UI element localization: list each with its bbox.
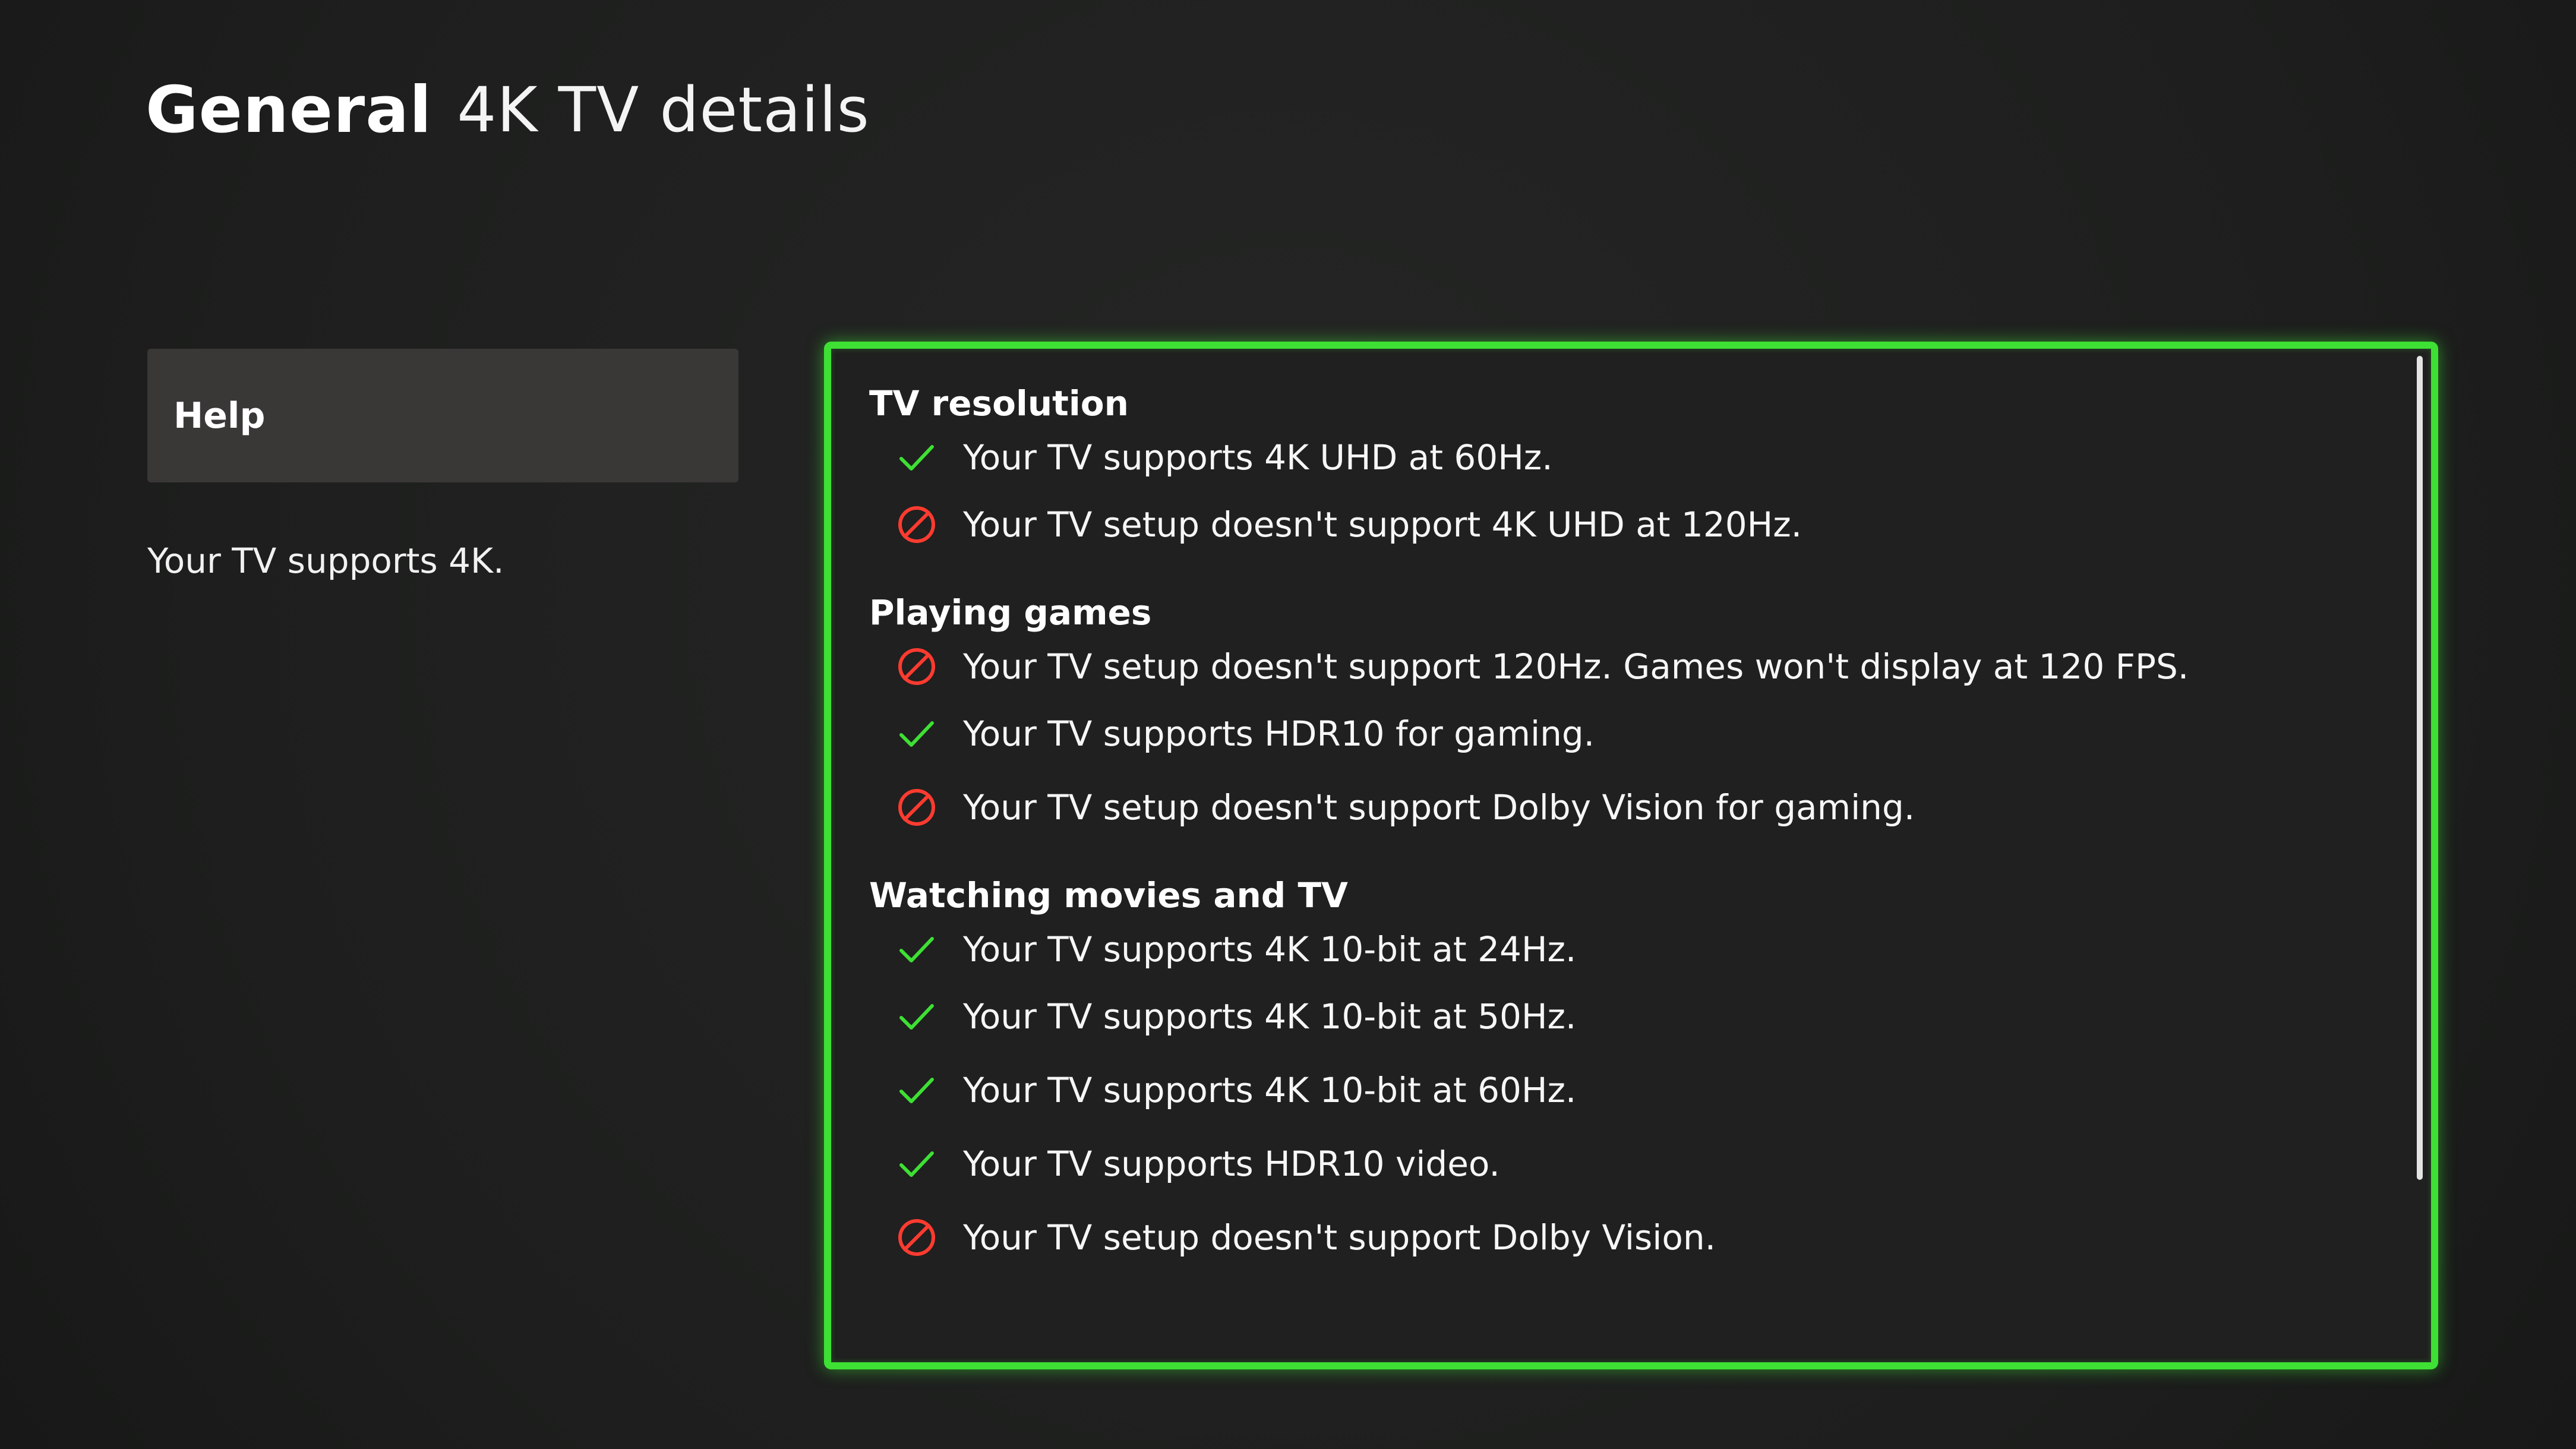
section-heading: Watching movies and TV <box>869 875 1348 916</box>
list-item-text: Your TV supports 4K 10-bit at 24Hz. <box>963 929 1577 970</box>
settings-section-title: General <box>146 72 433 147</box>
list-item-text: Your TV supports 4K 10-bit at 60Hz. <box>963 1070 1577 1110</box>
page-header: General 4K TV details <box>146 65 870 154</box>
list-item-text: Your TV setup doesn't support Dolby Visi… <box>963 1217 1716 1258</box>
list-item: Your TV supports 4K 10-bit at 24Hz. <box>869 919 2354 980</box>
list-item: Your TV supports 4K UHD at 60Hz. <box>869 427 2354 488</box>
section-list: Your TV setup doesn't support 120Hz. Gam… <box>869 636 2354 844</box>
check-icon <box>895 1142 938 1185</box>
list-item-text: Your TV supports HDR10 for gaming. <box>963 714 1595 754</box>
list-item-text: Your TV setup doesn't support 120Hz. Gam… <box>963 646 2189 687</box>
section-watching-movies-tv: Watching movies and TV Your TV supports … <box>869 872 2354 1274</box>
section-heading: TV resolution <box>869 383 1129 424</box>
tv-details-panel[interactable]: TV resolution Your TV supports 4K UHD at… <box>824 342 2438 1369</box>
check-icon <box>895 928 938 971</box>
page-title: 4K TV details <box>457 74 870 146</box>
list-item: Your TV setup doesn't support Dolby Visi… <box>869 1201 2354 1274</box>
list-item: Your TV supports 4K 10-bit at 60Hz. <box>869 1053 2354 1127</box>
details-scrollbar[interactable] <box>2417 356 2423 1180</box>
blocked-icon <box>895 786 938 829</box>
check-icon <box>895 712 938 755</box>
check-icon <box>895 436 938 479</box>
tv-details-content: TV resolution Your TV supports 4K UHD at… <box>869 380 2354 1274</box>
check-icon <box>895 1069 938 1112</box>
list-item-text: Your TV supports HDR10 video. <box>963 1144 1500 1184</box>
list-item: Your TV supports HDR10 video. <box>869 1127 2354 1201</box>
list-item: Your TV supports HDR10 for gaming. <box>869 697 2354 771</box>
list-item: Your TV setup doesn't support 4K UHD at … <box>869 488 2354 561</box>
settings-page: General 4K TV details Help Your TV suppo… <box>0 0 2576 1449</box>
list-item: Your TV setup doesn't support Dolby Visi… <box>869 771 2354 844</box>
help-button-label: Help <box>173 394 266 437</box>
blocked-icon <box>895 1216 938 1259</box>
blocked-icon <box>895 645 938 688</box>
section-list: Your TV supports 4K 10-bit at 24Hz. Your… <box>869 919 2354 1274</box>
section-playing-games: Playing games Your TV setup doesn't supp… <box>869 589 2354 844</box>
list-item-text: Your TV setup doesn't support 4K UHD at … <box>963 504 1802 545</box>
section-tv-resolution: TV resolution Your TV supports 4K UHD at… <box>869 380 2354 561</box>
blocked-icon <box>895 503 938 546</box>
section-list: Your TV supports 4K UHD at 60Hz. Your TV… <box>869 427 2354 561</box>
help-button[interactable]: Help <box>147 349 738 482</box>
tv-summary-text: Your TV supports 4K. <box>147 541 504 581</box>
list-item: Your TV setup doesn't support 120Hz. Gam… <box>869 636 2354 697</box>
list-item: Your TV supports 4K 10-bit at 50Hz. <box>869 980 2354 1053</box>
section-heading: Playing games <box>869 592 1152 633</box>
list-item-text: Your TV setup doesn't support Dolby Visi… <box>963 787 1915 828</box>
check-icon <box>895 995 938 1038</box>
list-item-text: Your TV supports 4K UHD at 60Hz. <box>963 437 1553 478</box>
left-pane: Help Your TV supports 4K. <box>147 349 738 581</box>
list-item-text: Your TV supports 4K 10-bit at 50Hz. <box>963 996 1577 1037</box>
